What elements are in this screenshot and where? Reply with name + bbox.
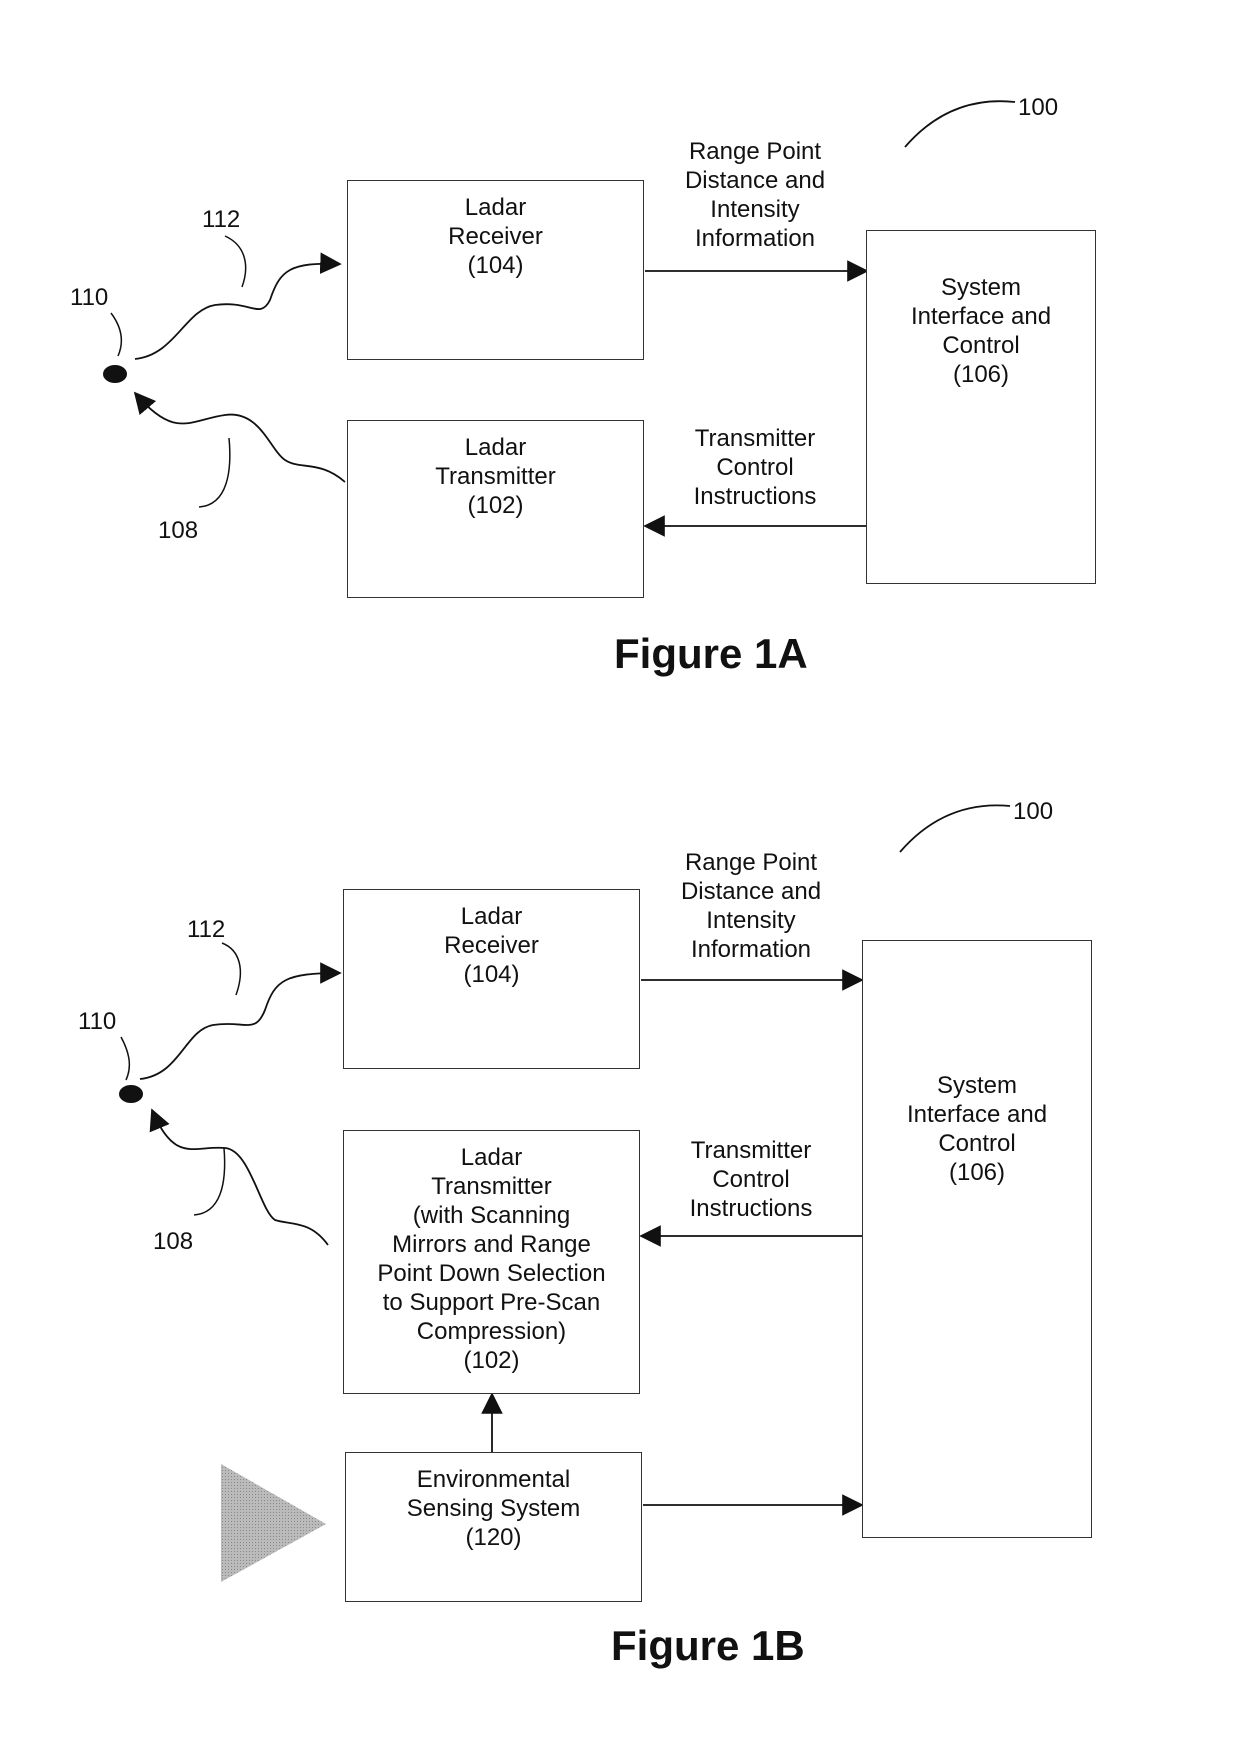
ref-112-leader-1b: [221, 942, 242, 996]
ref-112-1b: 112: [187, 916, 226, 943]
ladar-transmitter-box-1a: Ladar Transmitter (102): [347, 420, 644, 598]
tx-control-label-1b: Transmitter Control Instructions: [689, 1137, 813, 1222]
system-interface-text-1b: System Interface and Control (106): [906, 1072, 1048, 1186]
system-interface-box-1b: System Interface and Control (106): [862, 940, 1092, 1538]
system-interface-text-1a: System Interface and Control (106): [910, 274, 1052, 388]
ref-108-1b: 108: [153, 1228, 194, 1255]
system-interface-box-1a: System Interface and Control (106): [866, 230, 1096, 584]
target-dot-1b: [119, 1085, 143, 1103]
env-sensing-text-1b: Environmental Sensing System (120): [406, 1466, 581, 1551]
figure-1a-title: Figure 1A: [614, 630, 808, 677]
pulse-wave-1a: [133, 391, 346, 483]
range-info-label-1b: Range Point Distance and Intensity Infor…: [680, 849, 822, 963]
ref-100-leader-1a: [904, 100, 1016, 148]
ref-112-1a: 112: [202, 206, 241, 233]
target-dot-1a: [103, 365, 127, 383]
ladar-transmitter-text-1a: Ladar Transmitter (102): [435, 434, 556, 519]
return-wave-1b: [139, 962, 342, 1080]
ref-110-1a: 110: [70, 284, 109, 311]
tx-control-label-1a: Transmitter Control Instructions: [693, 425, 817, 510]
ref-108-leader-1a: [198, 437, 231, 508]
ladar-receiver-box-1a: Ladar Receiver (104): [347, 180, 644, 360]
ref-108-1a: 108: [158, 517, 199, 544]
sensor-triangle-icon: [221, 1464, 326, 1582]
ref-108-leader-1b: [193, 1147, 226, 1216]
ladar-transmitter-text-1b: Ladar Transmitter (with Scanning Mirrors…: [377, 1144, 606, 1374]
figure-1b-title: Figure 1B: [611, 1622, 805, 1669]
ref-100-1b: 100: [1013, 798, 1054, 825]
ref-100-1a: 100: [1018, 94, 1059, 121]
env-sensing-box-1b: Environmental Sensing System (120): [345, 1452, 642, 1602]
pulse-wave-1b: [149, 1108, 329, 1246]
ladar-receiver-text-1b: Ladar Receiver (104): [444, 903, 539, 988]
ladar-receiver-text-1a: Ladar Receiver (104): [448, 194, 543, 279]
ref-100-leader-1b: [899, 804, 1011, 853]
range-info-label-1a: Range Point Distance and Intensity Infor…: [684, 138, 826, 252]
return-wave-1a: [134, 252, 342, 360]
ref-112-leader-1a: [224, 235, 247, 288]
ladar-transmitter-box-1b: Ladar Transmitter (with Scanning Mirrors…: [343, 1130, 640, 1394]
ref-110-leader-1a: [110, 312, 122, 357]
ladar-receiver-box-1b: Ladar Receiver (104): [343, 889, 640, 1069]
ref-110-leader-1b: [120, 1036, 131, 1081]
ref-110-1b: 110: [78, 1008, 117, 1035]
